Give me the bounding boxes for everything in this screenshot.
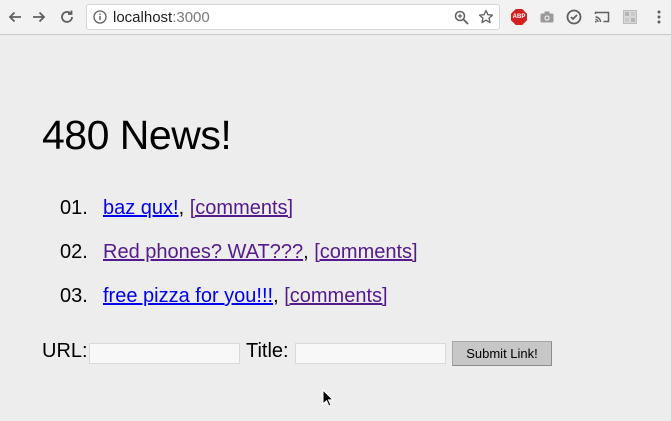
news-link[interactable]: Red phones? WAT??? <box>103 241 303 263</box>
news-item: 03. free pizza for you!!!, [comments] <box>60 285 388 311</box>
address-bar[interactable]: localhost:3000 <box>86 4 500 30</box>
title-label: Title: <box>246 340 289 362</box>
item-separator: , <box>178 197 185 219</box>
adblock-icon[interactable]: ABP <box>510 8 528 26</box>
zoom-icon[interactable] <box>454 10 469 25</box>
item-number: 02. <box>60 241 88 263</box>
mouse-cursor-icon <box>322 389 334 407</box>
camera-icon[interactable] <box>538 8 556 26</box>
page-title: 480 News! <box>42 112 232 158</box>
star-icon[interactable] <box>478 9 494 25</box>
title-input[interactable] <box>295 343 446 364</box>
menu-icon[interactable] <box>650 8 668 26</box>
news-item: 01. baz qux!, [comments] <box>60 197 293 223</box>
url-input[interactable] <box>89 343 240 364</box>
sync-icon[interactable] <box>565 8 583 26</box>
item-separator: , <box>303 241 309 263</box>
url-label: URL: <box>42 340 88 362</box>
address-url: localhost:3000 <box>113 9 210 26</box>
extension-icon[interactable] <box>621 8 639 26</box>
url-port: :3000 <box>172 9 210 26</box>
cast-icon[interactable] <box>593 8 611 26</box>
news-link[interactable]: free pizza for you!!! <box>103 285 273 307</box>
browser-toolbar: localhost:3000 ABP <box>0 0 671 35</box>
comments-link[interactable]: [comments] <box>314 241 417 263</box>
news-item: 02. Red phones? WAT???, [comments] <box>60 241 418 267</box>
adblock-label: ABP <box>511 9 527 25</box>
item-separator: , <box>273 285 279 307</box>
url-host: localhost <box>113 9 173 26</box>
news-link[interactable]: baz qux! <box>103 197 179 219</box>
comments-link[interactable]: [comments] <box>284 285 387 307</box>
back-icon[interactable] <box>6 8 24 26</box>
item-number: 01. <box>60 197 88 219</box>
reload-icon[interactable] <box>58 8 76 26</box>
forward-icon[interactable] <box>30 8 48 26</box>
item-number: 03. <box>60 285 88 307</box>
info-icon[interactable] <box>93 10 107 24</box>
comments-link[interactable]: [comments] <box>190 197 293 219</box>
submit-link-button[interactable]: Submit Link! <box>452 341 552 366</box>
